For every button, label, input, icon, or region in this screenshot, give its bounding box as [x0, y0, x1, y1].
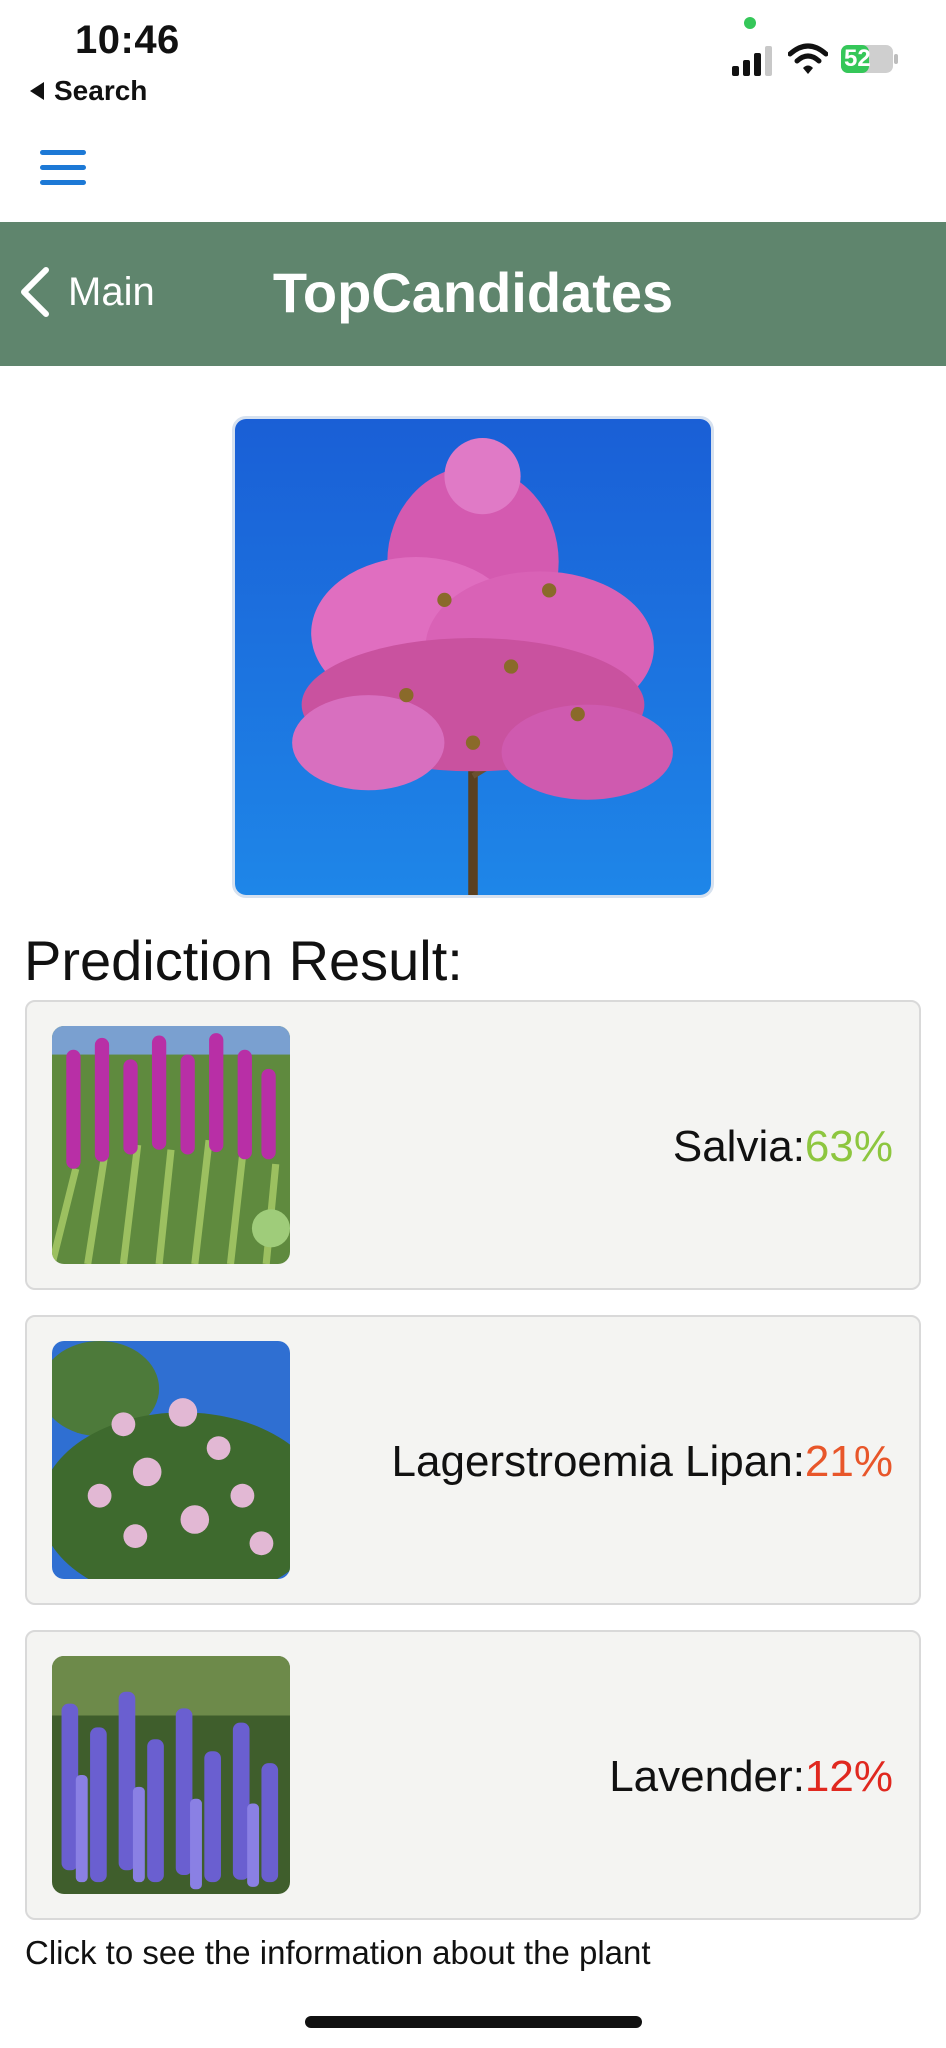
plant-name: Salvia — [672, 1122, 793, 1171]
hamburger-line — [40, 180, 86, 185]
confidence-percent: 21% — [804, 1437, 893, 1486]
back-triangle-icon — [30, 82, 44, 100]
uploaded-plant-image — [232, 416, 714, 898]
lavender-photo — [52, 1656, 290, 1894]
home-indicator[interactable] — [305, 2016, 642, 2028]
confidence-percent: 63% — [804, 1122, 893, 1171]
prediction-result-heading: Prediction Result: — [24, 929, 463, 992]
label-separator: : — [792, 1122, 805, 1171]
label-separator: : — [792, 1752, 805, 1801]
wifi-icon — [788, 43, 828, 74]
signal-icon — [732, 46, 772, 76]
lagerstroemia-photo — [52, 1341, 290, 1579]
footer-hint: Click to see the information about the p… — [25, 1934, 651, 1971]
back-to-search-button[interactable]: Search — [30, 75, 147, 107]
lavender-thumbnail — [52, 1656, 290, 1894]
hamburger-line — [40, 150, 86, 155]
lagerstroemia-thumbnail — [52, 1341, 290, 1579]
result-card-lagerstroemia[interactable]: Lagerstroemia Lipan:21% — [25, 1315, 921, 1605]
salvia-photo — [52, 1026, 290, 1264]
result-label: Lagerstroemia Lipan:21% — [392, 1317, 893, 1607]
label-separator: : — [792, 1437, 805, 1486]
hamburger-menu-button[interactable] — [40, 150, 88, 186]
result-card-salvia[interactable]: Salvia:63% — [25, 1000, 921, 1290]
plant-name: Lavender — [609, 1752, 793, 1801]
salvia-thumbnail — [52, 1026, 290, 1264]
plant-name: Lagerstroemia Lipan — [391, 1437, 793, 1486]
confidence-percent: 12% — [804, 1752, 893, 1801]
camera-indicator-dot — [744, 17, 756, 29]
status-time: 10:46 — [75, 18, 180, 62]
result-card-lavender[interactable]: Lavender:12% — [25, 1630, 921, 1920]
result-label: Salvia:63% — [673, 1002, 893, 1292]
result-label: Lavender:12% — [609, 1632, 893, 1922]
battery-charging-icon: 52 — [840, 44, 900, 74]
back-search-label: Search — [54, 75, 148, 106]
battery-percent: 52 — [844, 45, 871, 72]
page-title: TopCandidates — [272, 261, 674, 324]
crape-myrtle-photo — [235, 419, 711, 895]
hamburger-line — [40, 165, 86, 170]
